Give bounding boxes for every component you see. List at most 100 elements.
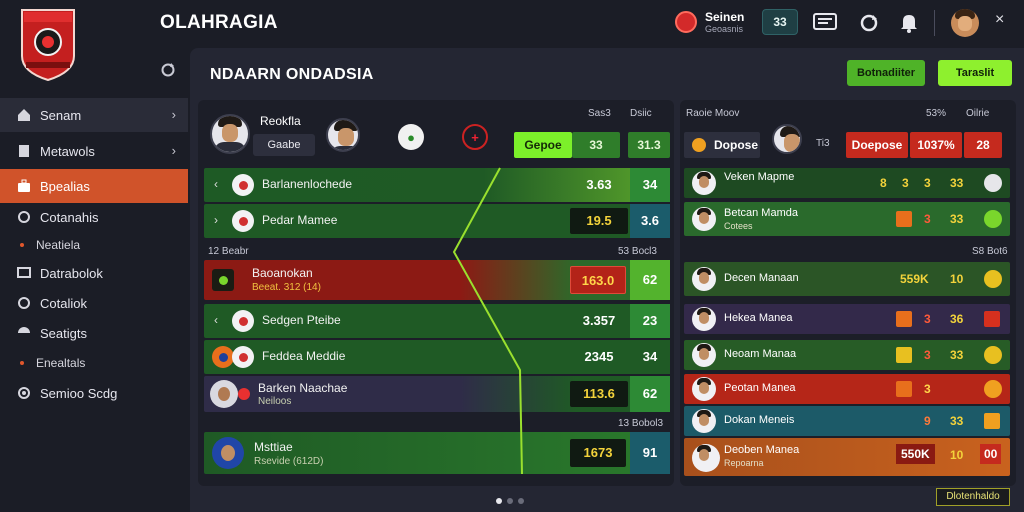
list-item[interactable]: Veken Mapme 8 3 3 33 [684, 168, 1010, 198]
sidebar-item-seatigts[interactable]: Seatigts [0, 316, 188, 350]
card-icon [984, 311, 1000, 327]
user-status-icon [675, 11, 697, 33]
list-item[interactable]: Decen Manaan 559K 10 [684, 262, 1010, 296]
sidebar-item-label: Enealtals [36, 356, 86, 370]
player-avatar [692, 377, 716, 401]
corner-button[interactable]: Dlotenhaldo [936, 488, 1010, 506]
refresh-icon [16, 295, 32, 311]
bullet-icon [20, 243, 24, 247]
player-name: Betcan Mamda [724, 207, 798, 219]
stat-value: 9 [924, 414, 931, 428]
sidebar-item-label: Cotaliok [40, 295, 87, 311]
player-avatar [692, 444, 720, 472]
column-header: 53% [926, 108, 947, 119]
briefcase-icon [16, 178, 32, 194]
filter-tag-label: Dopose [714, 138, 759, 152]
stat-value: 8 [880, 176, 887, 190]
stat-value: 3 [924, 212, 931, 226]
panel-title: Raoie Moov [686, 108, 740, 119]
home-icon [16, 107, 32, 123]
stat-value: 33 [950, 212, 964, 226]
player-sub: Cotees [724, 221, 753, 231]
stat-value: 3 [924, 312, 931, 326]
player-avatar [692, 267, 716, 291]
list-item[interactable]: Deoben Manea Repoarna 550K 10 00 [684, 438, 1010, 476]
list-item[interactable]: Peotan Manea 3 [684, 374, 1010, 404]
refresh-icon[interactable] [856, 10, 882, 36]
status-icon [984, 210, 1002, 228]
sidebar-item-metawols[interactable]: Metawols › [0, 134, 188, 168]
header-value: 28 [964, 132, 1002, 158]
player-name: Neoam Manaa [724, 348, 797, 360]
message-icon[interactable] [812, 10, 838, 36]
stat-value: 33 [950, 176, 964, 190]
sidebar-item-senam[interactable]: Senam › [0, 98, 188, 132]
player-name: Veken Mapme [724, 171, 795, 183]
list-item[interactable]: Neoam Manaa 3 33 [684, 340, 1010, 370]
bullet-icon [20, 361, 24, 365]
sidebar-item-bpealias[interactable]: Bpealias [0, 169, 188, 203]
list-item[interactable]: Betcan Mamda Cotees 3 33 [684, 202, 1010, 236]
pagination-dots[interactable] [496, 498, 524, 504]
list-item[interactable]: Dokan Meneis 9 33 [684, 406, 1010, 436]
bell-icon[interactable] [896, 10, 922, 36]
main-panel: NDAARN ONDADSIA Botnadiiter Taraslit Reo… [190, 48, 1024, 512]
sidebar-item-label: Datrabolok [40, 265, 103, 281]
stat-value: 3 [924, 348, 931, 362]
sidebar-item-datrabolok[interactable]: Datrabolok [0, 256, 188, 290]
sidebar-item-label: Bpealias [40, 178, 90, 194]
divider [934, 10, 935, 36]
card-icon [896, 347, 912, 363]
sidebar-item-semioo-scdg[interactable]: Semioo Scdg [0, 376, 188, 410]
primary-action-button[interactable]: Botnadiiter [847, 60, 925, 86]
filter-tag[interactable]: Dopose [684, 132, 760, 158]
sidebar-item-label: Senam [40, 107, 82, 123]
status-icon [984, 346, 1002, 364]
page-dot[interactable] [518, 498, 524, 504]
user-chip[interactable]: Seinen Geoasnis [675, 9, 747, 37]
stat-value: 33 [950, 348, 964, 362]
secondary-action-button[interactable]: Taraslit [938, 60, 1012, 86]
list-item[interactable]: Hekea Manea 3 36 [684, 304, 1010, 334]
player-avatar [692, 343, 716, 367]
top-bar: OLAHRAGIA Seinen Geoasnis 33 × [0, 0, 1024, 82]
card-icon [896, 311, 912, 327]
sidebar-item-enealtals[interactable]: Enealtals [0, 346, 188, 380]
team-badge-icon [984, 174, 1002, 192]
refresh-icon[interactable] [160, 62, 176, 83]
user-avatar[interactable] [951, 9, 979, 37]
page-dot[interactable] [496, 498, 502, 504]
chevron-right-icon: › [171, 143, 176, 158]
header-value: Doepose [846, 132, 908, 158]
notification-count-badge[interactable]: 33 [762, 9, 798, 35]
close-icon[interactable]: × [995, 11, 1004, 29]
sync-icon [16, 385, 32, 401]
coin-icon [692, 138, 706, 152]
player-name: Peotan Manea [724, 382, 796, 394]
card-icon [896, 381, 912, 397]
page-title: NDAARN ONDADSIA [210, 66, 374, 83]
sidebar-item-label: Semioo Scdg [40, 385, 118, 401]
player-avatar[interactable] [772, 124, 802, 154]
stat-value: 550K [896, 444, 935, 464]
page-dot[interactable] [507, 498, 513, 504]
player-avatar [692, 171, 716, 195]
ranking-panel: Raoie Moov 53% Oilrie Dopose Ti3 Doepose… [680, 100, 1016, 486]
card-icon [896, 211, 912, 227]
stat-value: 36 [950, 312, 964, 326]
sidebar: Senam › Metawols › Bpealias Cotanahis Ne… [0, 48, 190, 512]
card-icon [984, 413, 1000, 429]
stat-value: 10 [950, 272, 964, 286]
user-subtitle: Geoasnis [705, 24, 744, 34]
app-title: OLAHRAGIA [160, 12, 278, 33]
player-sub: Repoarna [724, 458, 764, 468]
match-panel: Reokfla Gaabe ● + Sas3 Dsiic Gepoe 33 31… [198, 100, 674, 486]
stat-value: 3 [924, 176, 931, 190]
status-icon [984, 380, 1002, 398]
sidebar-item-label: Neatiela [36, 238, 81, 252]
sidebar-item-cotaliok[interactable]: Cotaliok [0, 286, 188, 320]
sidebar-item-label: Cotanahis [40, 209, 99, 225]
monitor-icon [16, 265, 32, 281]
player-avatar [692, 409, 716, 433]
status-icon [984, 270, 1002, 288]
